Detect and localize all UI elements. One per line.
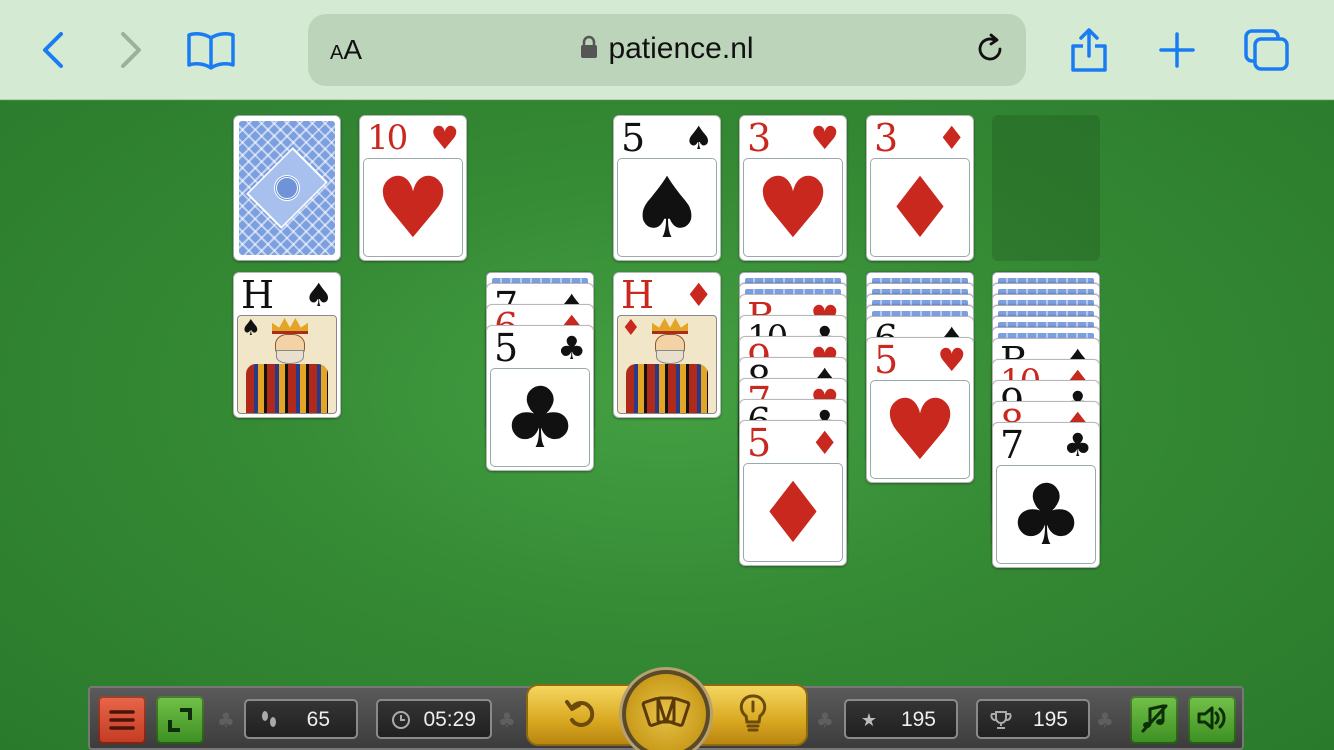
card-center-suit-icon: ♠ [617,158,717,257]
toolbar-separator: ♣ [217,708,235,732]
timer: 05:29 [376,699,492,739]
card-center-suit-icon: ♥ [870,380,970,479]
card-rank: H [241,273,274,317]
game-table: 10♥♥5♠♠3♥♥3♦♦H♠♠7♠6♦5♣♣H♦♦B♥10♣9♥8♠7♥6♣5… [0,101,1334,750]
card-suit-icon: ♥ [937,341,966,379]
robe-art [626,364,708,413]
king-face-art: ♠ [237,315,337,414]
share-icon[interactable] [1064,25,1114,75]
king-face-art: ♦ [617,315,717,414]
best-value: 195 [1032,708,1068,731]
score-value: 195 [900,708,936,731]
playing-card[interactable]: 3 ♥ ♥ [739,115,847,261]
playing-card[interactable]: H ♠ ♠ [233,272,341,418]
card-suit-icon: ♠ [241,316,261,341]
music-toggle[interactable] [1130,696,1178,744]
card-rank: 5 [494,326,518,370]
card-rank: 7 [1000,423,1024,467]
timer-value: 05:29 [423,708,476,731]
lock-icon [580,33,598,67]
card-suit-icon: ♠ [684,119,713,157]
best-score: 195 [976,699,1090,739]
stock-pile[interactable] [233,115,341,261]
beard-art [656,350,684,364]
card-rank: 3 [747,116,771,160]
reload-icon[interactable] [972,31,1008,71]
game-toolbar: ♣ 65 05:29 ♣ ♣ ★ 195 195 ♣ [88,670,1244,750]
playing-card[interactable]: 10 ♥ ♥ [359,115,467,261]
moves-counter: 65 [244,699,358,739]
card-rank: 5 [747,421,771,465]
playing-card[interactable]: 3 ♦ ♦ [866,115,974,261]
trophy-icon [990,709,1012,731]
score-counter: ★ 195 [844,699,958,739]
playing-card[interactable]: 5 ♥ ♥ [866,337,974,483]
card-center-suit-icon: ♣ [490,368,590,467]
undo-button[interactable] [526,684,636,746]
forward-icon[interactable] [106,25,156,75]
toolbar-separator: ♣ [498,708,516,732]
star-icon: ★ [860,709,878,730]
robe-art [246,364,328,413]
sound-toggle[interactable] [1188,696,1236,744]
playing-card[interactable]: H ♦ ♦ [613,272,721,418]
address-bar[interactable]: AA patience.nl [308,14,1026,86]
card-suit-icon: ♥ [810,119,839,157]
tabs-icon[interactable] [1242,25,1292,75]
card-center-suit-icon: ♦ [743,463,843,562]
card-suit-icon: ♦ [684,276,713,314]
hint-icon [738,693,768,737]
new-game-button[interactable] [622,670,710,750]
clock-icon [390,709,412,731]
crown-art [652,318,688,334]
crown-art [272,318,308,334]
card-center-suit-icon: ♥ [743,158,843,257]
toolbar-separator: ♣ [1096,708,1114,732]
browser-toolbar: AA patience.nl [0,0,1334,100]
undo-icon [564,696,598,734]
card-rank: 10 [367,118,408,158]
footsteps-icon [258,709,280,731]
card-suit-icon: ♠ [304,276,333,314]
playing-card[interactable]: 5 ♣ ♣ [486,325,594,471]
card-center-suit-icon: ♥ [363,158,463,257]
bookmarks-icon[interactable] [186,25,236,75]
fullscreen-icon[interactable] [156,696,204,744]
card-center-suit-icon: ♦ [870,158,970,257]
back-icon[interactable] [28,25,78,75]
card-rank: 5 [874,338,898,382]
new-tab-icon[interactable] [1152,25,1202,75]
card-rank: H [621,273,654,317]
card-suit-icon: ♥ [430,119,459,157]
card-suit-icon: ♣ [1063,426,1092,464]
card-rank: 5 [621,116,645,160]
music-off-icon [1139,703,1169,737]
sound-icon [1196,704,1228,736]
card-suit-icon: ♣ [557,329,586,367]
beard-art [276,350,304,364]
card-back-medal [274,175,300,201]
url-display[interactable]: patience.nl [308,32,1026,67]
playing-card[interactable]: 7 ♣ ♣ [992,422,1100,568]
toolbar-separator: ♣ [816,708,834,732]
card-suit-icon: ♦ [810,424,839,462]
menu-icon[interactable] [98,696,146,744]
playing-card[interactable]: 5 ♦ ♦ [739,420,847,566]
url-text: patience.nl [608,32,754,65]
card-rank: 3 [874,116,898,160]
cards-icon [640,692,692,736]
card-center-suit-icon: ♣ [996,465,1096,564]
card-suit-icon: ♦ [621,316,641,341]
playing-card[interactable]: 5 ♠ ♠ [613,115,721,261]
hint-button[interactable] [698,684,808,746]
card-suit-icon: ♦ [937,119,966,157]
moves-value: 65 [306,708,330,731]
foundation-empty-slot[interactable] [992,115,1100,261]
